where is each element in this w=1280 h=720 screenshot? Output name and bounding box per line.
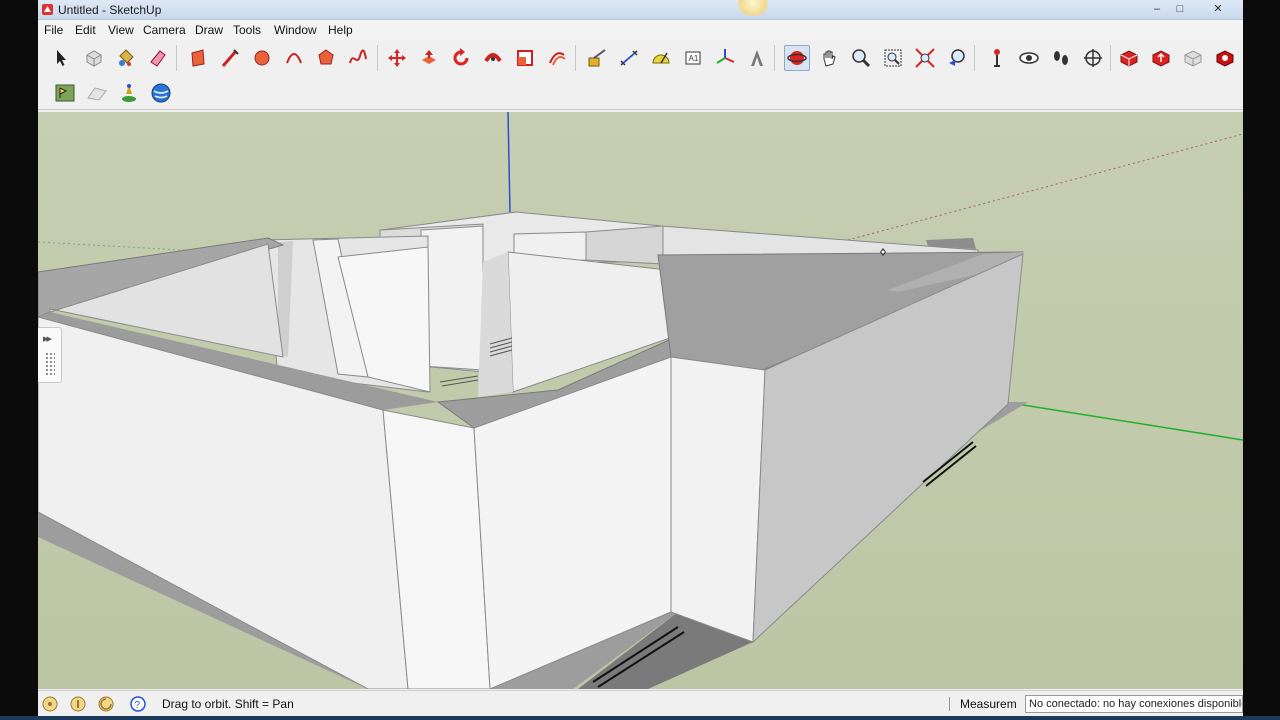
offset-icon[interactable] (544, 45, 570, 71)
close-button[interactable]: ✕ (1208, 2, 1228, 17)
default-tray-tab[interactable]: ▸▸ (38, 327, 62, 383)
glow-orb (736, 0, 770, 16)
line-icon[interactable] (217, 45, 243, 71)
menu-file[interactable]: File (44, 23, 63, 37)
dimension-icon[interactable] (616, 45, 642, 71)
menu-tools[interactable]: Tools (233, 23, 261, 37)
taskbar-strip (0, 716, 1280, 720)
toggle-terrain-icon[interactable] (84, 80, 110, 106)
paint-bucket-icon[interactable] (113, 45, 139, 71)
menu-camera[interactable]: Camera (143, 23, 186, 37)
move-icon[interactable] (384, 45, 410, 71)
status-divider (949, 697, 950, 711)
look-around-icon[interactable] (1016, 45, 1042, 71)
toolbar-separator (176, 45, 177, 71)
credits-icon[interactable] (69, 695, 87, 713)
window-title: Untitled - SketchUp (58, 3, 162, 17)
menu-edit[interactable]: Edit (75, 23, 96, 37)
right-front-pier (670, 356, 766, 643)
scale-icon[interactable] (512, 45, 538, 71)
svg-text:A1: A1 (689, 54, 699, 63)
status-bar: ? Drag to orbit. Shift = Pan Measurem No… (38, 690, 1243, 716)
menu-help[interactable]: Help (328, 23, 353, 37)
toolbar-separator (575, 45, 576, 71)
menu-bar: File Edit View Camera Draw Tools Window … (38, 20, 1243, 40)
toolbar-separator (1110, 45, 1111, 71)
menu-window[interactable]: Window (274, 23, 317, 37)
toolbar-separator (774, 45, 775, 71)
sketchup-window: Untitled - SketchUp – □ ✕ File Edit View… (38, 0, 1243, 720)
menu-view[interactable]: View (108, 23, 134, 37)
svg-text:?: ? (135, 700, 141, 711)
select-icon[interactable] (48, 45, 74, 71)
arc-icon[interactable] (281, 45, 307, 71)
minimize-button[interactable]: – (1148, 2, 1166, 17)
sign-in-icon[interactable] (97, 695, 115, 713)
text-icon[interactable]: A1 (680, 45, 706, 71)
toolbar-separator (377, 45, 378, 71)
3d-text-icon[interactable] (744, 45, 770, 71)
title-bar[interactable]: Untitled - SketchUp – □ ✕ (38, 0, 1243, 20)
geo-location-icon[interactable] (41, 695, 59, 713)
axes-icon[interactable] (712, 45, 738, 71)
location-toolbar (38, 76, 1243, 110)
share-component-icon[interactable] (1180, 45, 1206, 71)
menu-draw[interactable]: Draw (195, 23, 223, 37)
add-location-icon[interactable] (52, 80, 78, 106)
get-current-view-icon[interactable] (148, 80, 174, 106)
toolbar-separator (974, 45, 975, 71)
expand-tray-icon[interactable]: ▸▸ (43, 332, 52, 345)
eraser-icon[interactable] (145, 45, 171, 71)
protractor-icon[interactable] (648, 45, 674, 71)
make-component-icon[interactable] (81, 45, 107, 71)
polygon-icon[interactable] (313, 45, 339, 71)
main-toolbar: A1 (38, 40, 1243, 76)
sketchup-logo-icon (42, 4, 53, 15)
push-pull-icon[interactable] (416, 45, 442, 71)
walk-icon[interactable] (1048, 45, 1074, 71)
previous-view-icon[interactable] (944, 45, 970, 71)
position-camera-icon[interactable] (984, 45, 1010, 71)
get-models-icon[interactable] (1116, 45, 1142, 71)
zoom-extents-icon[interactable] (912, 45, 938, 71)
rectangle-icon[interactable] (185, 45, 211, 71)
maximize-button[interactable]: □ (1171, 2, 1189, 17)
rotate-icon[interactable] (448, 45, 474, 71)
network-notification: No conectado: no hay conexiones disponib… (1025, 695, 1243, 713)
center-wall-edge (478, 252, 513, 397)
status-hint: Drag to orbit. Shift = Pan (162, 697, 294, 711)
model-viewport[interactable]: ▸▸ (38, 112, 1243, 689)
screen: Untitled - SketchUp – □ ✕ File Edit View… (0, 0, 1280, 720)
follow-me-icon[interactable] (480, 45, 506, 71)
orbit-icon[interactable] (784, 45, 810, 71)
measurements-label: Measurem (960, 697, 1017, 711)
scene-canvas (38, 112, 1243, 689)
circle-icon[interactable] (249, 45, 275, 71)
zoom-icon[interactable] (848, 45, 874, 71)
tape-measure-icon[interactable] (584, 45, 610, 71)
share-model-icon[interactable] (1148, 45, 1174, 71)
zoom-window-icon[interactable] (880, 45, 906, 71)
pan-icon[interactable] (816, 45, 842, 71)
freehand-icon[interactable] (345, 45, 371, 71)
preview-google-earth-icon[interactable] (116, 80, 142, 106)
partition-wall-mid-side (585, 225, 664, 265)
instructor-icon[interactable]: ? (129, 695, 147, 713)
partition-wall-left-face (420, 225, 484, 371)
tray-grip-icon[interactable] (45, 352, 55, 376)
extension-warehouse-icon[interactable] (1212, 45, 1238, 71)
section-plane-icon[interactable] (1080, 45, 1106, 71)
